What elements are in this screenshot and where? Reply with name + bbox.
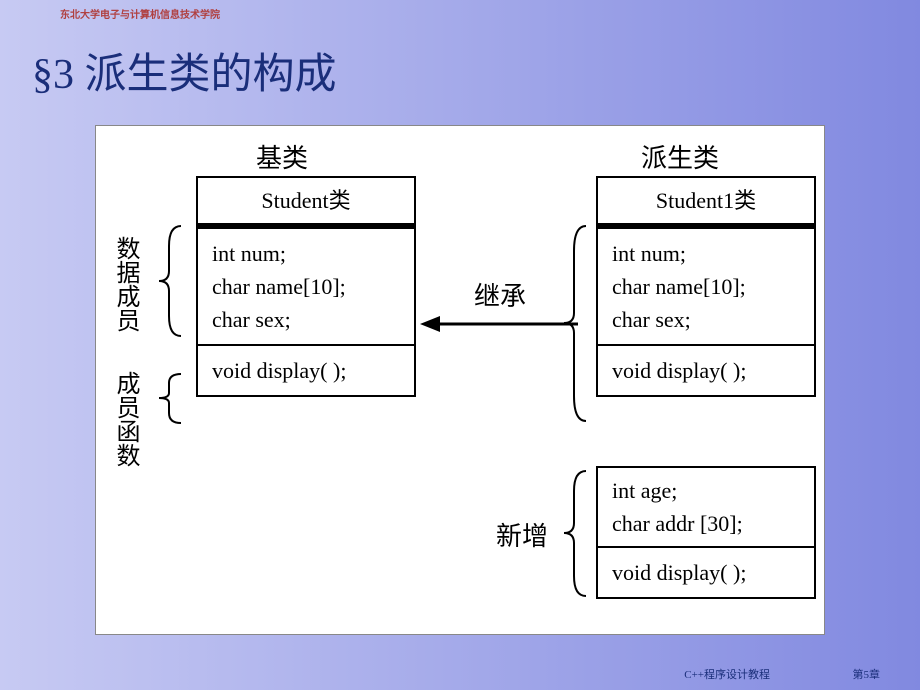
derived-inherited-data: int num; char name[10]; char sex; — [598, 227, 814, 344]
brace-icon — [151, 371, 191, 426]
data-members-label: 数据成员 — [108, 236, 143, 332]
derived-inherited-methods: void display( ); — [598, 344, 814, 395]
derived-new-methods: void display( ); — [598, 546, 814, 597]
base-class-box: Student类 int num; char name[10]; char se… — [196, 176, 416, 397]
diagram-container: 基类 派生类 Student类 int num; char name[10]; … — [95, 125, 825, 635]
header-text: 东北大学电子与计算机信息技术学院 — [60, 6, 220, 21]
brace-icon — [556, 221, 596, 426]
derived-new-data: int age; char addr [30]; — [598, 468, 814, 546]
member-functions-label: 成员函数 — [108, 371, 143, 467]
base-methods: void display( ); — [198, 344, 414, 395]
base-class-label: 基类 — [256, 138, 308, 175]
footer-chapter: 第5章 — [853, 666, 881, 682]
footer-course: C++程序设计教程 — [684, 666, 770, 682]
derived-class-box-new: int age; char addr [30]; void display( )… — [596, 466, 816, 599]
derived-class-name: Student1类 — [598, 178, 814, 223]
new-label: 新增 — [496, 516, 548, 553]
base-class-name: Student类 — [198, 178, 414, 223]
inherit-label: 继承 — [474, 276, 526, 313]
derived-class-label: 派生类 — [641, 138, 719, 175]
slide-title: §3 派生类的构成 — [32, 40, 337, 101]
derived-class-box-inherited: Student1类 int num; char name[10]; char s… — [596, 176, 816, 397]
base-data-members: int num; char name[10]; char sex; — [198, 227, 414, 344]
brace-icon — [556, 466, 596, 601]
brace-icon — [151, 221, 191, 341]
